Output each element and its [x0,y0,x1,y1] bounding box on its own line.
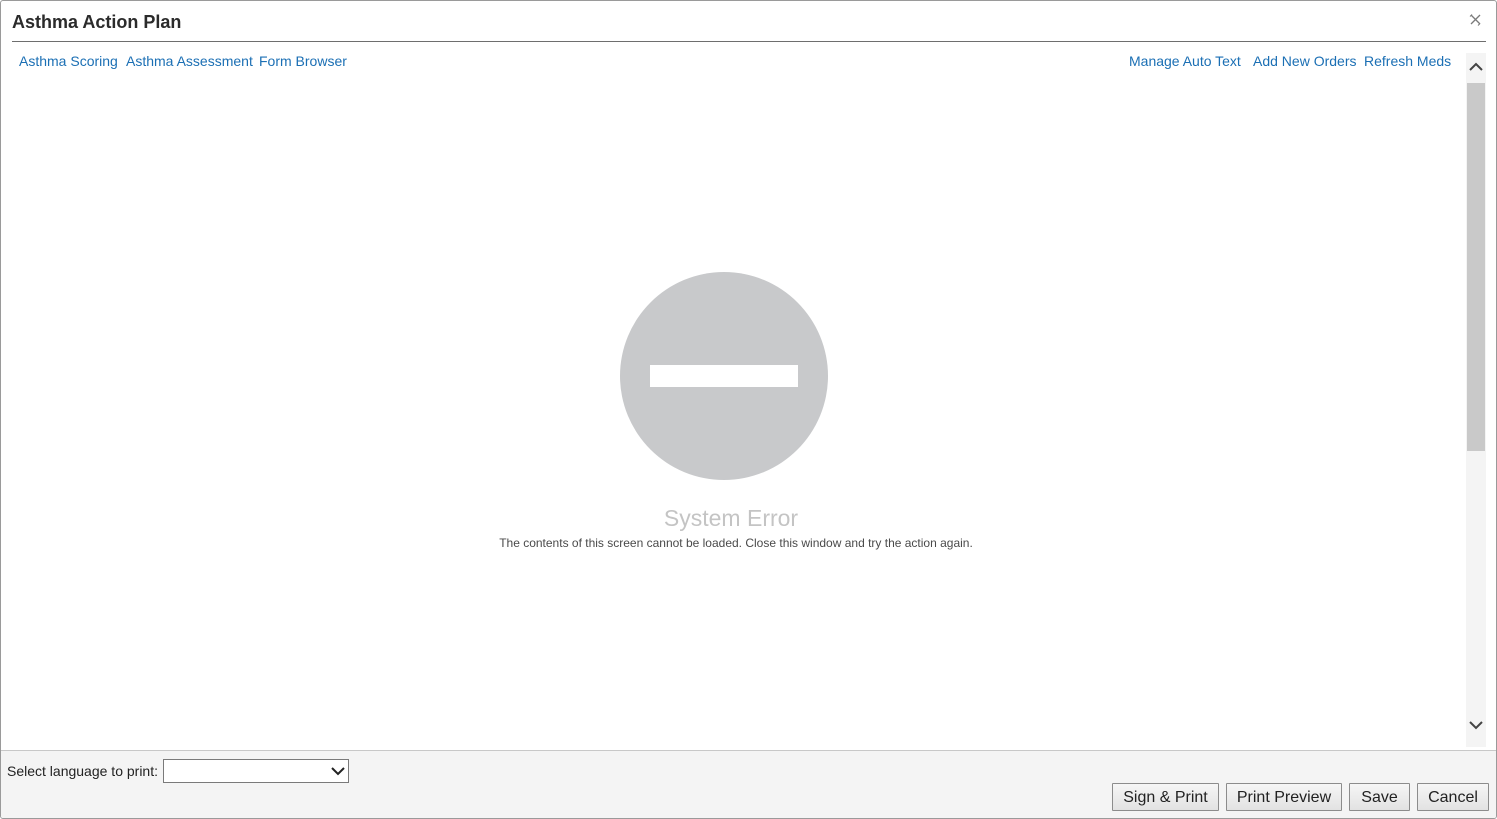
scroll-down-arrow-icon[interactable] [1466,715,1486,735]
link-form-browser[interactable]: Form Browser [259,53,347,69]
scroll-thumb[interactable] [1467,83,1485,451]
chevron-down-icon [331,767,345,776]
link-refresh-meds[interactable]: Refresh Meds [1364,53,1451,69]
sign-print-button[interactable]: Sign & Print [1112,783,1219,811]
save-button[interactable]: Save [1349,783,1410,811]
dialog-title: Asthma Action Plan [12,12,182,32]
cancel-button[interactable]: Cancel [1417,783,1489,811]
error-message: The contents of this screen cannot be lo… [499,536,973,550]
link-asthma-scoring[interactable]: Asthma Scoring [19,53,118,69]
dialog-window: Asthma Action Plan Asthma Scoring Asthma… [0,0,1497,819]
close-icon[interactable] [1468,13,1482,27]
language-label: Select language to print: [7,763,158,779]
title-bar: Asthma Action Plan [1,1,1496,41]
footer-bar: Select language to print: Sign & Print P… [1,750,1496,818]
vertical-scrollbar[interactable] [1466,53,1486,747]
error-title: System Error [663,505,799,531]
link-add-new-orders[interactable]: Add New Orders [1253,53,1356,69]
link-manage-auto-text[interactable]: Manage Auto Text [1129,53,1241,69]
no-entry-icon [620,272,828,480]
scroll-up-arrow-icon[interactable] [1466,57,1486,77]
language-select[interactable] [163,759,349,783]
link-asthma-assessment[interactable]: Asthma Assessment [126,53,253,69]
print-preview-button[interactable]: Print Preview [1226,783,1342,811]
title-divider [12,41,1486,42]
